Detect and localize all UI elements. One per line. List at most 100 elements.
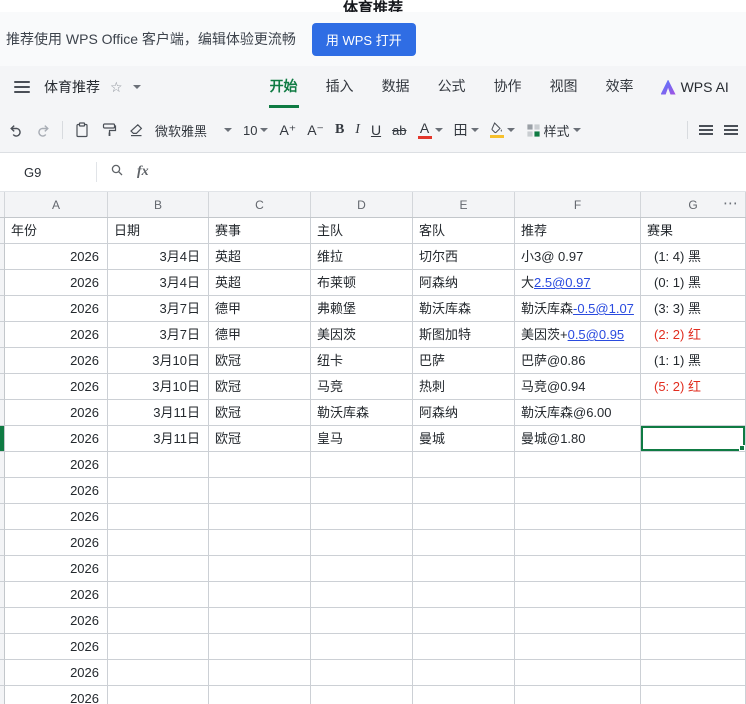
cell-F18[interactable]	[515, 660, 641, 686]
font-color-button[interactable]: A	[417, 121, 443, 139]
cell-B13[interactable]	[108, 530, 209, 556]
cell-F8[interactable]: 勒沃库森@6.00	[515, 400, 641, 426]
cell-C15[interactable]	[209, 582, 311, 608]
cell-B6[interactable]: 3月10日	[108, 348, 209, 374]
cell-G2[interactable]: (1: 4) 黑	[641, 244, 746, 270]
cell-B3[interactable]: 3月4日	[108, 270, 209, 296]
cell-F14[interactable]	[515, 556, 641, 582]
cell-C1[interactable]: 赛事	[209, 218, 311, 244]
cell-B9[interactable]: 3月11日	[108, 426, 209, 452]
fill-handle[interactable]	[739, 445, 745, 451]
strikethrough-button[interactable]: ab	[392, 123, 406, 138]
cell-D9[interactable]: 皇马	[311, 426, 413, 452]
cell-A1[interactable]: 年份	[5, 218, 108, 244]
cell-G10[interactable]	[641, 452, 746, 478]
cell-G8[interactable]	[641, 400, 746, 426]
cell-C3[interactable]: 英超	[209, 270, 311, 296]
cell-C11[interactable]	[209, 478, 311, 504]
cell-G4[interactable]: (3: 3) 黑	[641, 296, 746, 322]
cell-E15[interactable]	[413, 582, 515, 608]
cell-E1[interactable]: 客队	[413, 218, 515, 244]
borders-button[interactable]: 田	[454, 120, 479, 140]
cell-B5[interactable]: 3月7日	[108, 322, 209, 348]
cell-F17[interactable]	[515, 634, 641, 660]
cell-B7[interactable]: 3月10日	[108, 374, 209, 400]
cell-B11[interactable]	[108, 478, 209, 504]
cell-styles-button[interactable]: 样式	[526, 121, 581, 140]
tip-link[interactable]: 2.5@0.97	[534, 275, 591, 290]
cell-D5[interactable]: 美因茨	[311, 322, 413, 348]
cell-D2[interactable]: 维拉	[311, 244, 413, 270]
cell-G7[interactable]: (5: 2) 红	[641, 374, 746, 400]
cell-F2[interactable]: 小3@ 0.97	[515, 244, 641, 270]
cell-C4[interactable]: 德甲	[209, 296, 311, 322]
cell-G18[interactable]	[641, 660, 746, 686]
cell-D6[interactable]: 纽卡	[311, 348, 413, 374]
tip-link[interactable]: -0.5@1.07	[573, 301, 634, 316]
hamburger-menu-icon[interactable]	[14, 79, 34, 95]
cell-D3[interactable]: 布莱顿	[311, 270, 413, 296]
cell-E13[interactable]	[413, 530, 515, 556]
cell-G16[interactable]	[641, 608, 746, 634]
font-size-select[interactable]: 10	[243, 123, 269, 138]
cell-F11[interactable]	[515, 478, 641, 504]
tab-home[interactable]: 开始	[268, 66, 299, 108]
cell-E12[interactable]	[413, 504, 515, 530]
cell-G3[interactable]: (0: 1) 黑	[641, 270, 746, 296]
redo-icon[interactable]	[35, 122, 51, 138]
cell-A17[interactable]: 2026	[5, 634, 108, 660]
cell-E9[interactable]: 曼城	[413, 426, 515, 452]
cell-E5[interactable]: 斯图加特	[413, 322, 515, 348]
align-left-icon[interactable]	[699, 129, 713, 131]
cell-G15[interactable]	[641, 582, 746, 608]
wps-ai-button[interactable]: WPS AI	[660, 79, 729, 95]
column-header-C[interactable]: C	[209, 192, 311, 217]
cell-G13[interactable]	[641, 530, 746, 556]
underline-button[interactable]: U	[371, 122, 381, 138]
cell-G11[interactable]	[641, 478, 746, 504]
cell-E7[interactable]: 热刺	[413, 374, 515, 400]
cell-B10[interactable]	[108, 452, 209, 478]
align-center-icon[interactable]	[724, 129, 738, 131]
cell-A10[interactable]: 2026	[5, 452, 108, 478]
cell-A5[interactable]: 2026	[5, 322, 108, 348]
cell-D8[interactable]: 勒沃库森	[311, 400, 413, 426]
cell-C10[interactable]	[209, 452, 311, 478]
paste-icon[interactable]	[74, 122, 90, 138]
fx-icon[interactable]: fx	[137, 164, 149, 180]
column-header-A[interactable]: A	[5, 192, 108, 217]
cell-A16[interactable]: 2026	[5, 608, 108, 634]
cell-A4[interactable]: 2026	[5, 296, 108, 322]
cell-C5[interactable]: 德甲	[209, 322, 311, 348]
cell-A3[interactable]: 2026	[5, 270, 108, 296]
cell-D19[interactable]	[311, 686, 413, 704]
cell-B12[interactable]	[108, 504, 209, 530]
cell-B2[interactable]: 3月4日	[108, 244, 209, 270]
cell-B18[interactable]	[108, 660, 209, 686]
cell-F13[interactable]	[515, 530, 641, 556]
increase-font-button[interactable]: A⁺	[279, 122, 296, 139]
cell-C16[interactable]	[209, 608, 311, 634]
tab-view[interactable]: 视图	[549, 66, 579, 108]
cell-F16[interactable]	[515, 608, 641, 634]
cell-C19[interactable]	[209, 686, 311, 704]
cell-B1[interactable]: 日期	[108, 218, 209, 244]
cell-F7[interactable]: 马竞@0.94	[515, 374, 641, 400]
cell-G1[interactable]: 赛果	[641, 218, 746, 244]
cell-E3[interactable]: 阿森纳	[413, 270, 515, 296]
cell-F6[interactable]: 巴萨@0.86	[515, 348, 641, 374]
column-header-F[interactable]: F	[515, 192, 641, 217]
column-header-D[interactable]: D	[311, 192, 413, 217]
tab-data[interactable]: 数据	[381, 66, 411, 108]
cell-E14[interactable]	[413, 556, 515, 582]
cell-C17[interactable]	[209, 634, 311, 660]
cell-G5[interactable]: (2: 2) 红	[641, 322, 746, 348]
cell-C2[interactable]: 英超	[209, 244, 311, 270]
cell-A8[interactable]: 2026	[5, 400, 108, 426]
cell-F15[interactable]	[515, 582, 641, 608]
cell-D1[interactable]: 主队	[311, 218, 413, 244]
cell-D10[interactable]	[311, 452, 413, 478]
tab-collaborate[interactable]: 协作	[493, 66, 523, 108]
cell-A18[interactable]: 2026	[5, 660, 108, 686]
cell-A15[interactable]: 2026	[5, 582, 108, 608]
